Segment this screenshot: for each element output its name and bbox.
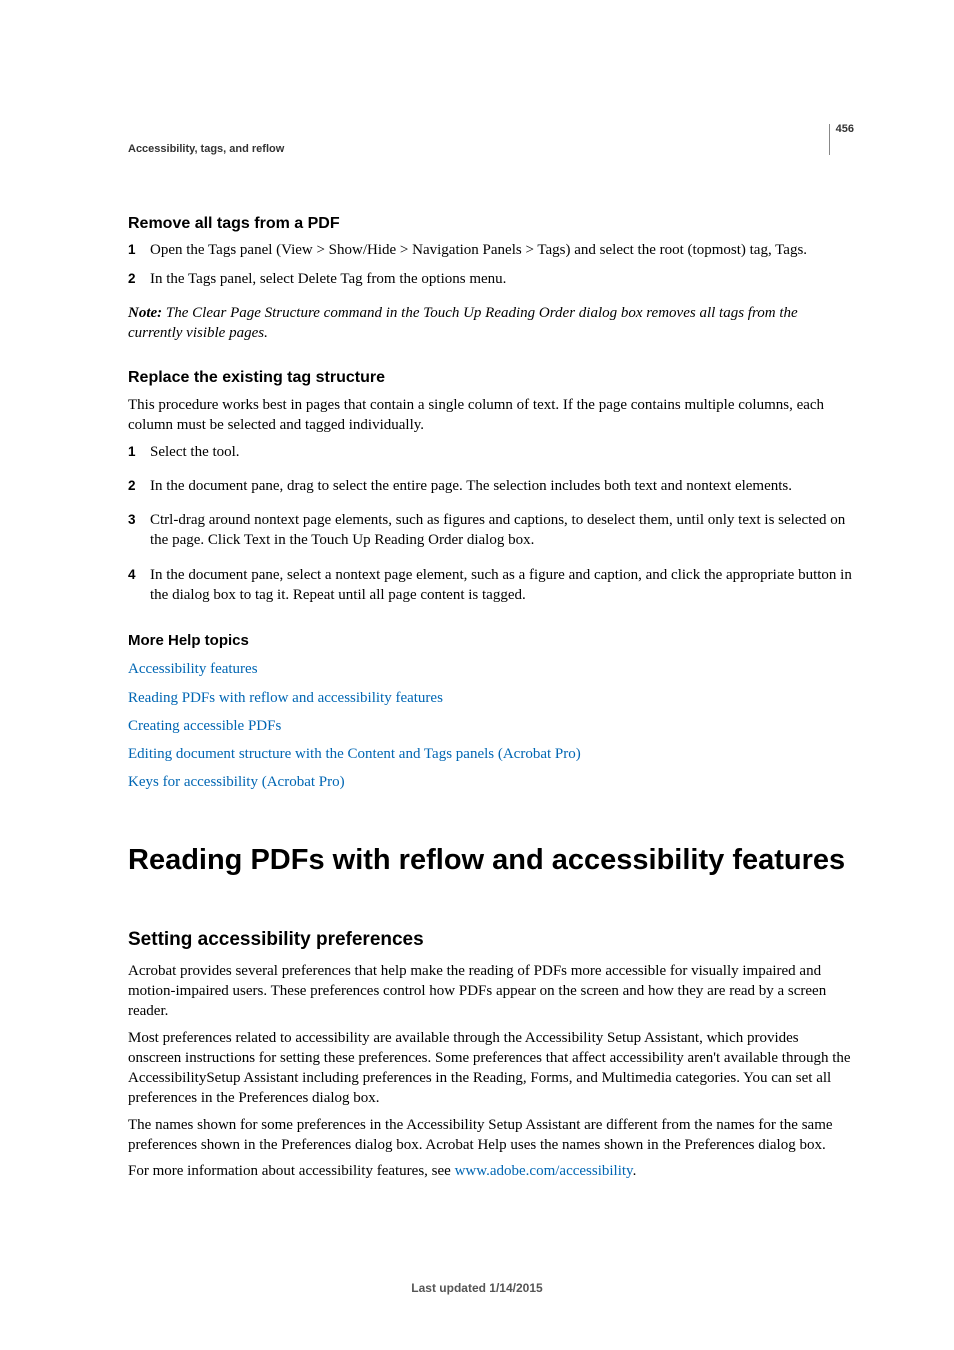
- step-number: 1: [128, 240, 150, 260]
- body-paragraph: For more information about accessibility…: [128, 1161, 854, 1181]
- link-editing-structure[interactable]: Editing document structure with the Cont…: [128, 744, 581, 764]
- list-item: 4 In the document pane, select a nontext…: [128, 565, 854, 606]
- breadcrumb: Accessibility, tags, and reflow: [128, 142, 854, 157]
- more-help-links: Accessibility features Reading PDFs with…: [128, 659, 854, 800]
- note-label: Note:: [128, 305, 162, 321]
- body-paragraph: Acrobat provides several preferences tha…: [128, 961, 854, 1022]
- intro-paragraph: This procedure works best in pages that …: [128, 395, 854, 436]
- step-text: Open the Tags panel (View > Show/Hide > …: [150, 240, 854, 260]
- list-item: 3 Ctrl-drag around nontext page elements…: [128, 510, 854, 551]
- footer-last-updated: Last updated 1/14/2015: [0, 1280, 954, 1296]
- link-keys-accessibility[interactable]: Keys for accessibility (Acrobat Pro): [128, 772, 345, 792]
- heading-replace-structure: Replace the existing tag structure: [128, 367, 854, 389]
- list-item: 1 Open the Tags panel (View > Show/Hide …: [128, 240, 854, 260]
- chapter-heading: Reading PDFs with reflow and accessibili…: [128, 843, 854, 878]
- page-number: 456: [829, 124, 854, 155]
- note-paragraph: Note: The Clear Page Structure command i…: [128, 303, 854, 344]
- step-number: 2: [128, 476, 150, 496]
- step-number: 3: [128, 510, 150, 551]
- link-creating-accessible-pdfs[interactable]: Creating accessible PDFs: [128, 716, 281, 736]
- body-paragraph: The names shown for some preferences in …: [128, 1115, 854, 1156]
- list-item: 2 In the document pane, drag to select t…: [128, 476, 854, 496]
- heading-setting-prefs: Setting accessibility preferences: [128, 927, 854, 953]
- step-text: Select the tool.: [150, 442, 854, 462]
- page: 456 Accessibility, tags, and reflow Remo…: [0, 0, 954, 1350]
- heading-more-help: More Help topics: [128, 631, 854, 651]
- steps-replace-structure: 1 Select the tool. 2 In the document pan…: [128, 442, 854, 606]
- note-text: The Clear Page Structure command in the …: [128, 305, 798, 341]
- steps-remove-tags: 1 Open the Tags panel (View > Show/Hide …: [128, 240, 854, 289]
- step-number: 1: [128, 442, 150, 462]
- text-fragment: For more information about accessibility…: [128, 1163, 455, 1179]
- link-adobe-accessibility[interactable]: www.adobe.com/accessibility: [455, 1163, 633, 1179]
- step-text: In the document pane, select a nontext p…: [150, 565, 854, 606]
- step-text: In the Tags panel, select Delete Tag fro…: [150, 269, 854, 289]
- step-text: In the document pane, drag to select the…: [150, 476, 854, 496]
- link-accessibility-features[interactable]: Accessibility features: [128, 659, 258, 679]
- step-number: 4: [128, 565, 150, 606]
- step-number: 2: [128, 269, 150, 289]
- heading-remove-tags: Remove all tags from a PDF: [128, 213, 854, 235]
- text-fragment: .: [633, 1163, 637, 1179]
- link-reading-pdfs-reflow[interactable]: Reading PDFs with reflow and accessibili…: [128, 688, 443, 708]
- list-item: 2 In the Tags panel, select Delete Tag f…: [128, 269, 854, 289]
- body-paragraph: Most preferences related to accessibilit…: [128, 1028, 854, 1109]
- step-text: Ctrl-drag around nontext page elements, …: [150, 510, 854, 551]
- list-item: 1 Select the tool.: [128, 442, 854, 462]
